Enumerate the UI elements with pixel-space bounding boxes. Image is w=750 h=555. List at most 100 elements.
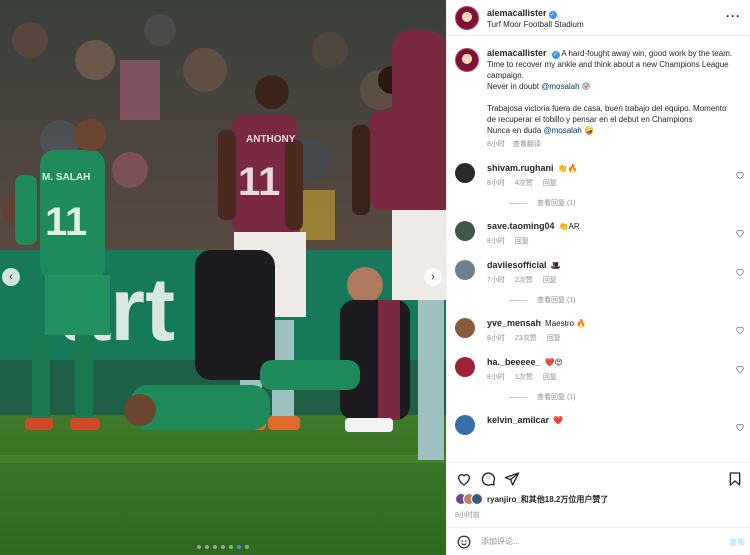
commenter-username[interactable]: kelvin_amilcar bbox=[487, 415, 549, 425]
comment-heart-icon[interactable] bbox=[735, 167, 745, 180]
bookmark-icon[interactable] bbox=[727, 471, 743, 487]
caption: alemacallister ✓ A hard-fought away win, … bbox=[447, 48, 750, 150]
commenter-avatar[interactable] bbox=[455, 318, 475, 338]
jersey-number: 11 bbox=[45, 200, 87, 244]
comment-heart-icon[interactable] bbox=[735, 322, 745, 335]
comment-block: kelvin_amilcar ❤️ bbox=[447, 415, 750, 435]
caption-es-line2: Nunca en duda bbox=[487, 126, 542, 135]
jersey-name-center: ANTHONY bbox=[246, 134, 296, 145]
comment-item: daviiesofficial 🎩 7小时 2次赞 回复 bbox=[447, 260, 750, 286]
carousel-dot-active bbox=[237, 545, 241, 549]
comment-text: ❤️ bbox=[553, 416, 564, 425]
reply-button[interactable]: 回复 bbox=[543, 277, 557, 284]
post-header: alemacallister ✓ Turf Moor Football Stadi… bbox=[447, 0, 750, 36]
comment-item: save.taoming04 👏AR 8小时 回复 bbox=[447, 221, 750, 247]
comment-input[interactable] bbox=[481, 537, 711, 546]
author-username[interactable]: alemacallister bbox=[487, 8, 547, 18]
commenter-avatar[interactable] bbox=[455, 357, 475, 377]
comment-heart-icon[interactable] bbox=[735, 225, 745, 238]
likes-summary[interactable]: ryanjiro_和其他18.2万位用户赞了 bbox=[455, 493, 608, 505]
divider bbox=[509, 299, 527, 301]
post-location[interactable]: Turf Moor Football Stadium bbox=[487, 19, 584, 30]
reply-button[interactable]: 回复 bbox=[543, 374, 557, 381]
carousel-indicator bbox=[0, 545, 446, 549]
comment-text: 👏🔥 bbox=[557, 164, 578, 173]
carousel-dot bbox=[229, 545, 233, 549]
commenter-username[interactable]: shivam.rughani bbox=[487, 163, 554, 173]
carousel-dot bbox=[221, 545, 225, 549]
comments-scroll[interactable]: alemacallister ✓ A hard-fought away win, … bbox=[447, 48, 750, 460]
post-timestamp: 8小时前 bbox=[455, 512, 480, 519]
smiley-icon[interactable] bbox=[457, 535, 471, 549]
comment-likes[interactable]: 4次赞 bbox=[515, 180, 533, 187]
comment-item: yve_mensah Maestro 🔥 8小时 23次赞 回复 bbox=[447, 318, 750, 344]
comment-time: 8小时 bbox=[487, 374, 505, 381]
post-panel: alemacallister ✓ Turf Moor Football Stadi… bbox=[446, 0, 750, 555]
comment-block: yve_mensah Maestro 🔥 8小时 23次赞 回复 bbox=[447, 318, 750, 344]
comment-block: daviiesofficial 🎩 7小时 2次赞 回复查看回复 (1) bbox=[447, 260, 750, 305]
comment-text: 👏AR bbox=[558, 222, 580, 231]
view-replies[interactable]: 查看回复 (1) bbox=[509, 295, 750, 305]
mention-link[interactable]: @mosalah bbox=[544, 126, 582, 135]
view-replies-label[interactable]: 查看回复 (1) bbox=[537, 392, 576, 402]
carousel-prev-button[interactable]: ‹ bbox=[2, 268, 20, 286]
jersey-number-center: 11 bbox=[238, 160, 280, 204]
commenter-avatar[interactable] bbox=[455, 163, 475, 183]
verified-badge-icon: ✓ bbox=[548, 10, 557, 19]
commenter-avatar[interactable] bbox=[455, 221, 475, 241]
view-replies[interactable]: 查看回复 (1) bbox=[509, 198, 750, 208]
reply-button[interactable]: 回复 bbox=[515, 238, 529, 245]
jersey-name: M. SALAH bbox=[42, 172, 90, 183]
comment-item: kelvin_amilcar ❤️ bbox=[447, 415, 750, 435]
comment-text: ❤️😍 bbox=[544, 358, 563, 367]
send-icon[interactable] bbox=[504, 471, 520, 487]
commenter-avatar[interactable] bbox=[455, 260, 475, 280]
comment-time: 8小时 bbox=[487, 180, 505, 187]
author-avatar[interactable] bbox=[455, 5, 479, 30]
commenter-avatar[interactable] bbox=[455, 415, 475, 435]
comment-block: shivam.rughani 👏🔥 8小时 4次赞 回复查看回复 (1) bbox=[447, 163, 750, 208]
heart-icon[interactable] bbox=[456, 471, 472, 487]
action-bar bbox=[447, 462, 750, 492]
post-photo[interactable]: art M. SALAH 11 ANTHONY 11 ‹ › bbox=[0, 0, 446, 555]
commenter-username[interactable]: ha._beeeee_ bbox=[487, 357, 541, 367]
comment-bar: 发布 bbox=[447, 527, 750, 555]
caption-avatar[interactable] bbox=[455, 48, 479, 72]
comment-likes[interactable]: 2次赞 bbox=[515, 277, 533, 284]
comment-heart-icon[interactable] bbox=[735, 361, 745, 374]
commenter-username[interactable]: daviiesofficial bbox=[487, 260, 547, 270]
reply-button[interactable]: 回复 bbox=[547, 335, 561, 342]
comment-likes[interactable]: 23次赞 bbox=[515, 335, 537, 342]
view-replies[interactable]: 查看回复 (1) bbox=[509, 392, 750, 402]
post-comment-button[interactable]: 发布 bbox=[729, 537, 745, 548]
see-translation-link[interactable]: 查看翻译 bbox=[513, 141, 541, 148]
carousel-dot bbox=[205, 545, 209, 549]
carousel-dot bbox=[197, 545, 201, 549]
comment-time: 7小时 bbox=[487, 277, 505, 284]
reply-button[interactable]: 回复 bbox=[543, 180, 557, 187]
view-replies-label[interactable]: 查看回复 (1) bbox=[537, 295, 576, 305]
divider bbox=[509, 396, 527, 398]
comment-heart-icon[interactable] bbox=[735, 264, 745, 277]
caption-username[interactable]: alemacallister bbox=[487, 48, 547, 58]
verified-badge-icon: ✓ bbox=[551, 51, 560, 59]
comment-item: ha._beeeee_ ❤️😍 8小时 1次赞 回复 bbox=[447, 357, 750, 383]
comment-text: 🎩 bbox=[550, 261, 561, 270]
more-horizontal-icon[interactable]: ··· bbox=[726, 9, 741, 23]
view-replies-label[interactable]: 查看回复 (1) bbox=[537, 198, 576, 208]
commenter-username[interactable]: save.taoming04 bbox=[487, 221, 555, 231]
carousel-next-button[interactable]: › bbox=[424, 268, 442, 286]
caption-es-emoji: 🤪 bbox=[584, 126, 595, 135]
comment-time: 8小时 bbox=[487, 238, 505, 245]
photo-scene: art M. SALAH 11 ANTHONY 11 bbox=[0, 0, 446, 555]
comment-block: ha._beeeee_ ❤️😍 8小时 1次赞 回复查看回复 (1) bbox=[447, 357, 750, 402]
mention-link[interactable]: @mosalah bbox=[541, 82, 579, 91]
commenter-username[interactable]: yve_mensah bbox=[487, 318, 541, 328]
comment-icon[interactable] bbox=[480, 471, 496, 487]
comment-text: Maestro 🔥 bbox=[545, 319, 587, 328]
divider bbox=[509, 202, 527, 204]
comment-heart-icon[interactable] bbox=[735, 419, 745, 432]
comment-likes[interactable]: 1次赞 bbox=[515, 374, 533, 381]
caption-time: 8小时 bbox=[487, 141, 505, 148]
likes-count-text[interactable]: ryanjiro_和其他18.2万位用户赞了 bbox=[487, 494, 608, 505]
